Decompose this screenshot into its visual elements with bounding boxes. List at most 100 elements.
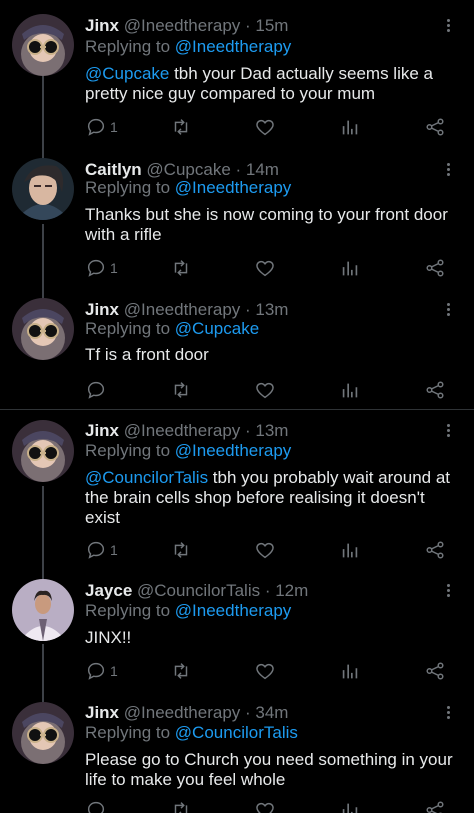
tweet-header: Jinx @Ineedtherapy · 13m — [85, 300, 288, 320]
views-button[interactable] — [339, 798, 361, 813]
share-button[interactable] — [424, 538, 446, 562]
views-icon — [342, 664, 358, 679]
replying-to: Replying to @Ineedtherapy — [85, 601, 291, 621]
avatar-jinx[interactable] — [12, 420, 74, 482]
retweet-button[interactable] — [170, 378, 192, 402]
tweet-text: @CouncilorTalis tbh you probably wait ar… — [85, 468, 460, 528]
display-name[interactable]: Caitlyn — [85, 160, 142, 179]
reply-icon — [87, 662, 105, 680]
avatar-jayce[interactable] — [12, 579, 74, 641]
tweet[interactable]: Caitlyn @Cupcake · 14m Replying to @Inee… — [0, 152, 474, 292]
tweet-text: @Cupcake tbh your Dad actually seems lik… — [85, 64, 460, 104]
more-options-icon[interactable] — [444, 422, 452, 442]
retweet-button[interactable] — [170, 256, 192, 280]
timestamp[interactable]: · 12m — [265, 581, 308, 600]
replying-to-link[interactable]: @Ineedtherapy — [175, 601, 292, 620]
user-handle[interactable]: @Cupcake — [146, 160, 230, 179]
retweet-button[interactable] — [170, 538, 192, 562]
thread-line — [42, 76, 44, 152]
user-handle[interactable]: @Ineedtherapy — [124, 300, 241, 319]
reply-button[interactable] — [85, 798, 110, 813]
more-options-icon[interactable] — [444, 161, 452, 181]
reply-button[interactable]: 1 — [85, 256, 118, 280]
tweet[interactable]: Jayce @CouncilorTalis · 12m Replying to … — [0, 574, 474, 692]
timestamp[interactable]: · 34m — [245, 703, 288, 722]
views-button[interactable] — [339, 256, 361, 280]
reply-button[interactable] — [85, 378, 110, 402]
avatar-caitlyn[interactable] — [12, 158, 74, 220]
replying-to-link[interactable]: @Ineedtherapy — [175, 37, 292, 56]
avatar-jinx[interactable] — [12, 702, 74, 764]
tweet[interactable]: Jinx @Ineedtherapy · 13m Replying to @Cu… — [0, 292, 474, 409]
replying-to: Replying to @Cupcake — [85, 319, 259, 339]
display-name[interactable]: Jinx — [85, 16, 119, 35]
like-button[interactable] — [254, 115, 276, 139]
reply-button[interactable]: 1 — [85, 659, 118, 683]
display-name[interactable]: Jinx — [85, 703, 119, 722]
views-icon — [342, 803, 358, 813]
like-button[interactable] — [254, 659, 276, 683]
tweet-text: Please go to Church you need something i… — [85, 750, 460, 790]
timestamp[interactable]: · 14m — [236, 160, 279, 179]
share-button[interactable] — [424, 256, 446, 280]
share-button[interactable] — [424, 798, 446, 813]
timestamp[interactable]: · 13m — [245, 421, 288, 440]
more-options-icon[interactable] — [444, 301, 452, 321]
tweet-text-content: JINX!! — [85, 628, 132, 647]
user-handle[interactable]: @Ineedtherapy — [124, 16, 241, 35]
replying-to: Replying to @Ineedtherapy — [85, 37, 291, 57]
replying-label: Replying to — [85, 601, 171, 620]
thread-line — [42, 644, 44, 692]
thread-line — [42, 486, 44, 574]
views-button[interactable] — [339, 659, 361, 683]
avatar-jinx[interactable] — [12, 298, 74, 360]
tweet[interactable]: Jinx @Ineedtherapy · 15m Replying to @In… — [0, 0, 474, 152]
heart-icon — [256, 663, 274, 680]
share-button[interactable] — [424, 378, 446, 402]
tweet[interactable]: Jinx @Ineedtherapy · 13m Replying to @In… — [0, 410, 474, 574]
mention-link[interactable]: @CouncilorTalis — [85, 468, 208, 487]
reply-icon — [87, 801, 105, 813]
display-name[interactable]: Jinx — [85, 421, 119, 440]
timestamp[interactable]: · 13m — [245, 300, 288, 319]
reply-button[interactable]: 1 — [85, 538, 118, 562]
more-options-icon[interactable] — [444, 17, 452, 37]
retweet-icon — [174, 260, 188, 276]
replying-label: Replying to — [85, 37, 171, 56]
tweet-text: Thanks but she is now coming to your fro… — [85, 205, 460, 245]
more-options-icon[interactable] — [444, 582, 452, 602]
share-button[interactable] — [424, 659, 446, 683]
user-handle[interactable]: @Ineedtherapy — [124, 703, 241, 722]
replying-to-link[interactable]: @Ineedtherapy — [175, 178, 292, 197]
share-button[interactable] — [424, 115, 446, 139]
user-handle[interactable]: @CouncilorTalis — [137, 581, 260, 600]
tweet-header: Jayce @CouncilorTalis · 12m — [85, 581, 308, 601]
avatar-jinx[interactable] — [12, 14, 74, 76]
display-name[interactable]: Jayce — [85, 581, 132, 600]
retweet-button[interactable] — [170, 115, 192, 139]
retweet-button[interactable] — [170, 798, 192, 813]
like-button[interactable] — [254, 538, 276, 562]
display-name[interactable]: Jinx — [85, 300, 119, 319]
retweet-button[interactable] — [170, 659, 192, 683]
more-options-icon[interactable] — [444, 704, 452, 724]
thread-line — [42, 692, 44, 702]
like-button[interactable] — [254, 798, 276, 813]
mention-link[interactable]: @Cupcake — [85, 64, 169, 83]
like-button[interactable] — [254, 256, 276, 280]
reply-icon — [87, 259, 105, 277]
reply-count: 1 — [110, 260, 118, 276]
replying-to-link[interactable]: @Ineedtherapy — [175, 441, 292, 460]
views-button[interactable] — [339, 115, 361, 139]
timestamp[interactable]: · 15m — [245, 16, 288, 35]
like-button[interactable] — [254, 378, 276, 402]
replying-to-link[interactable]: @CouncilorTalis — [175, 723, 298, 742]
tweet[interactable]: Jinx @Ineedtherapy · 34m Replying to @Co… — [0, 692, 474, 813]
views-button[interactable] — [339, 378, 361, 402]
replying-to: Replying to @CouncilorTalis — [85, 723, 298, 743]
tweet-text-content: Tf is a front door — [85, 345, 209, 364]
replying-to-link[interactable]: @Cupcake — [175, 319, 259, 338]
reply-button[interactable]: 1 — [85, 115, 118, 139]
views-button[interactable] — [339, 538, 361, 562]
user-handle[interactable]: @Ineedtherapy — [124, 421, 241, 440]
